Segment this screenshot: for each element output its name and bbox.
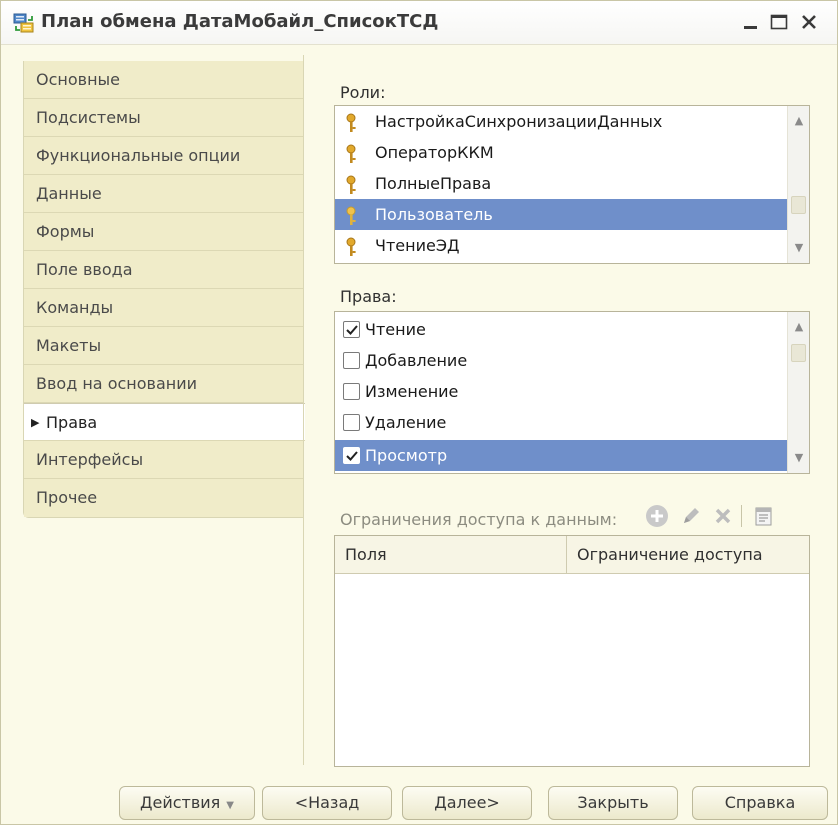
exchange-plan-icon [13,12,35,34]
rights-label: Права: [340,287,397,306]
help-button-label: Справка [724,793,796,812]
scroll-thumb[interactable] [791,196,806,214]
tab-osnovnye[interactable]: Основные [24,61,303,99]
right-item-selected[interactable]: Просмотр [335,440,809,471]
tab-prava[interactable]: ▶ Права [24,403,305,441]
close-button[interactable]: Закрыть [548,786,678,820]
right-checkbox[interactable] [343,447,360,464]
role-key-icon [343,205,359,225]
role-item-selected[interactable]: Пользователь [335,199,809,230]
section-tabs: Основные Подсистемы Функциональные опции… [23,61,305,518]
role-key-icon [343,143,359,163]
roles-list[interactable]: НастройкаСинхронизацииДанных ОператорККМ… [334,105,810,264]
scroll-thumb[interactable] [791,344,806,362]
back-button-label: <Назад [294,793,360,812]
tab-makety[interactable]: Макеты [24,327,303,365]
rights-list[interactable]: Чтение Добавление Изменение Удаление Про… [334,311,810,474]
next-button-label: Далее> [434,793,500,812]
tab-formy[interactable]: Формы [24,213,303,251]
role-item[interactable]: ОператорККМ [335,137,809,168]
right-checkbox[interactable] [343,352,360,369]
exchange-plan-window: План обмена ДатаМобайл_СписокТСД Основны… [0,0,838,825]
scroll-up-icon[interactable]: ▲ [788,110,809,132]
restrictions-label: Ограничения доступа к данным: [340,510,618,529]
tab-pole-vvoda[interactable]: Поле ввода [24,251,303,289]
right-item[interactable]: Удаление [335,407,809,438]
add-icon[interactable] [644,503,670,529]
right-item[interactable]: Изменение [335,376,809,407]
close-button-label: Закрыть [577,793,649,812]
template-icon[interactable] [750,503,776,529]
right-checkbox[interactable] [343,414,360,431]
tab-podsistemy[interactable]: Подсистемы [24,99,303,137]
scroll-down-icon[interactable]: ▼ [788,447,809,469]
back-button[interactable]: <Назад [262,786,392,820]
delete-icon[interactable] [710,503,736,529]
role-key-icon [343,174,359,194]
role-item[interactable]: НастройкаСинхронизацииДанных [335,106,809,137]
actions-button[interactable]: Действия ▼ [119,786,255,820]
role-item[interactable]: ЧтениеЭД [335,230,809,261]
restrictions-table[interactable]: Поля Ограничение доступа [334,535,810,767]
scroll-up-icon[interactable]: ▲ [788,316,809,338]
role-key-icon [343,112,359,132]
rights-panel: Роли: НастройкаСинхронизацииДанных Опера… [303,55,823,767]
tab-vvod-na-osnovanii[interactable]: Ввод на основании [24,365,303,403]
role-key-icon [343,236,359,256]
right-checkbox[interactable] [343,321,360,338]
window-title: План обмена ДатаМобайл_СписокТСД [41,11,439,32]
edit-icon[interactable] [678,503,704,529]
scroll-down-icon[interactable]: ▼ [788,237,809,259]
title-bar[interactable]: План обмена ДатаМобайл_СписокТСД [1,1,837,45]
close-icon[interactable] [796,9,822,35]
roles-label: Роли: [340,83,386,102]
tab-komandy[interactable]: Команды [24,289,303,327]
tab-dannye[interactable]: Данные [24,175,303,213]
column-header-access-restriction[interactable]: Ограничение доступа [567,536,809,574]
toolbar-divider [741,505,742,527]
active-tab-arrow-icon: ▶ [31,416,40,429]
chevron-down-icon: ▼ [226,800,234,811]
rights-scrollbar[interactable]: ▲ ▼ [787,312,809,473]
role-item[interactable]: ПолныеПрава [335,168,809,199]
tab-prochee[interactable]: Прочее [24,479,303,517]
column-header-fields[interactable]: Поля [335,536,567,574]
actions-button-label: Действия [139,793,221,812]
next-button[interactable]: Далее> [402,786,532,820]
right-item[interactable]: Добавление [335,345,809,376]
help-button[interactable]: Справка [692,786,828,820]
tab-interfeysy[interactable]: Интерфейсы [24,441,303,479]
maximize-icon[interactable] [766,9,792,35]
right-checkbox[interactable] [343,383,360,400]
minimize-icon[interactable] [738,9,764,35]
tab-funkcionalnye-opcii[interactable]: Функциональные опции [24,137,303,175]
roles-scrollbar[interactable]: ▲ ▼ [787,106,809,263]
right-item[interactable]: Чтение [335,314,809,345]
table-header: Поля Ограничение доступа [335,536,809,574]
